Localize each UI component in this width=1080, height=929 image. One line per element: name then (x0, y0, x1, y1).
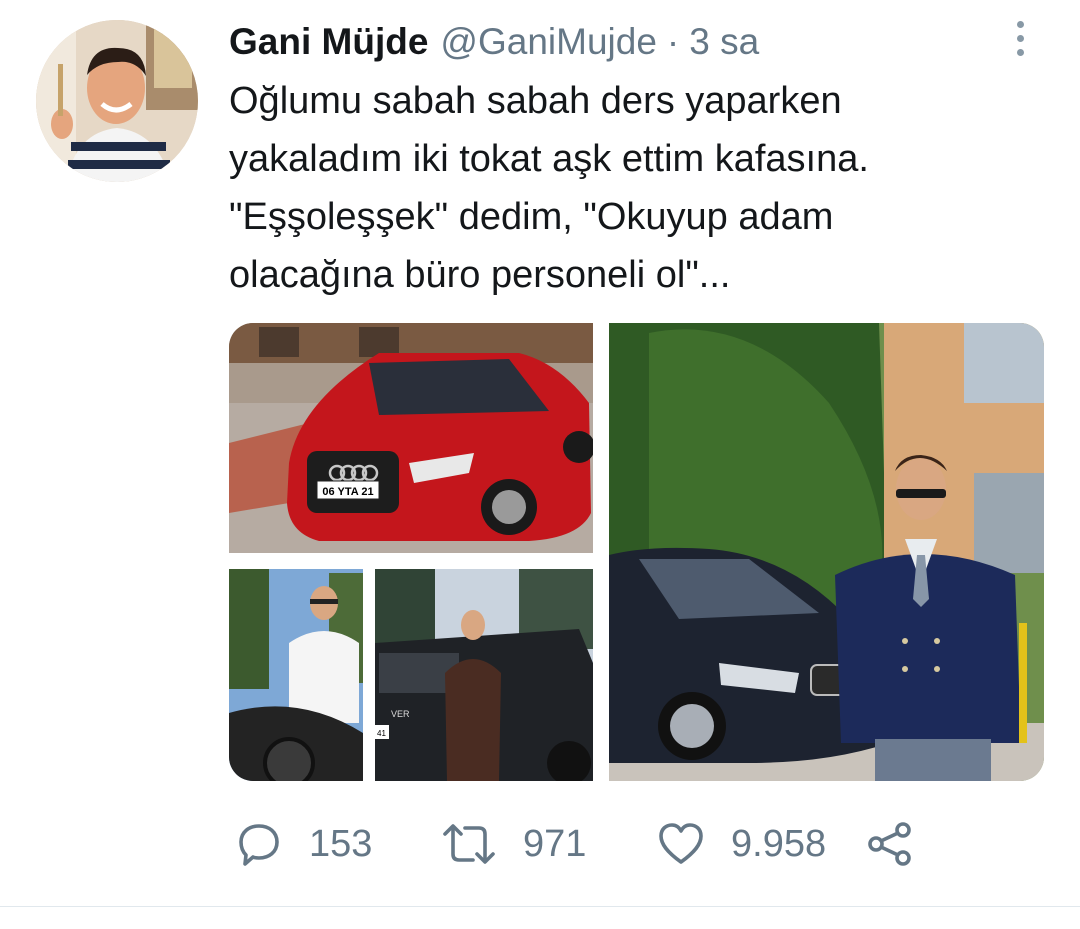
share-icon (868, 822, 911, 866)
like-button[interactable]: 9.958 (657, 812, 826, 876)
tweet-timestamp[interactable]: 3 sa (689, 21, 759, 63)
tweet-text-line: yakaladım iki tokat aşk ettim kafasına. (229, 138, 869, 180)
car-plate-fragment: 41 (377, 729, 386, 738)
tweet-text-line: olacağına büro personeli ol"... (229, 254, 731, 296)
tweet-actions: 153 971 9.958 (229, 812, 1029, 876)
author-avatar[interactable] (36, 20, 198, 182)
header-separator: · (666, 21, 680, 62)
tweet-text: Oğlumu sabah sabah ders yaparken yakalad… (229, 72, 1029, 304)
media-photo-black-car[interactable]: VER 41 (375, 569, 593, 781)
heart-icon (659, 823, 703, 864)
tweet-divider (0, 906, 1080, 907)
author-handle[interactable]: @GaniMujde (440, 21, 657, 63)
like-count: 9.958 (731, 822, 827, 865)
more-vertical-icon[interactable] (1004, 16, 1036, 60)
license-plate-text: 06 YTA 21 (322, 486, 373, 498)
tweet-media[interactable]: 06 YTA 21 VER 41 (229, 323, 1044, 781)
more-dot (1016, 34, 1024, 42)
tweet-header: Gani Müjde @GaniMujde · 3 sa (229, 14, 759, 70)
media-photo-white-shirt[interactable] (229, 569, 363, 781)
reply-icon (239, 824, 279, 866)
reply-count: 153 (309, 822, 373, 865)
media-photo-blue-suit[interactable] (609, 323, 1044, 781)
share-button[interactable] (865, 812, 915, 876)
media-gap (229, 553, 593, 569)
reply-button[interactable]: 153 (235, 812, 372, 876)
media-photo-red-car[interactable]: 06 YTA 21 (229, 323, 595, 553)
tweet-text-line: Oğlumu sabah sabah ders yaparken (229, 80, 842, 122)
retweet-count: 971 (523, 822, 587, 865)
more-dot (1016, 20, 1024, 28)
retweet-button[interactable]: 971 (441, 812, 586, 876)
media-gap (593, 323, 609, 781)
tweet-text-line: "Eşşoleşşek" dedim, "Okuyup adam (229, 196, 834, 238)
author-display-name[interactable]: Gani Müjde (229, 21, 428, 63)
media-gap (363, 569, 375, 781)
car-badge-text: VER (391, 709, 410, 719)
more-dot (1016, 48, 1024, 56)
retweet-icon (443, 824, 495, 864)
